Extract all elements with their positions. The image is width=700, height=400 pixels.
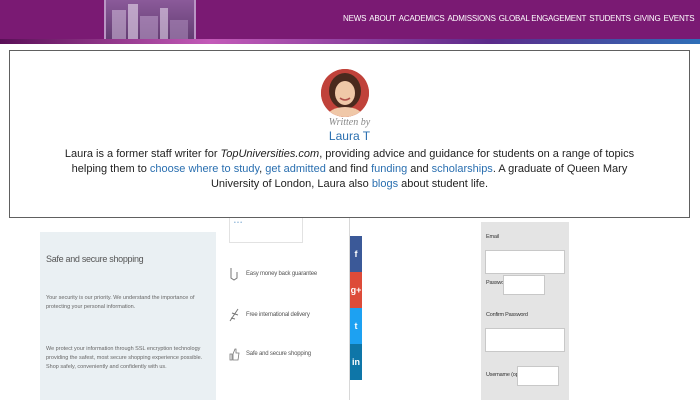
twitter-share-icon[interactable]: t	[350, 308, 362, 344]
funding-link[interactable]: funding	[371, 163, 407, 175]
email-field[interactable]	[485, 250, 565, 274]
get-admitted-link[interactable]: get admitted	[265, 163, 326, 175]
author-bio: Laura is a former staff writer for TopUn…	[54, 147, 645, 192]
bio-site-name: TopUniversities.com	[220, 148, 320, 160]
written-by-label: Written by	[328, 117, 371, 128]
secure-shopping-text: We protect your information through SSL …	[46, 346, 203, 370]
author-avatar	[321, 69, 369, 117]
thumbs-up-icon	[229, 348, 240, 361]
handshake-icon	[230, 268, 238, 281]
author-name-link[interactable]: Laura T	[10, 129, 689, 143]
google-plus-share-icon[interactable]: g+	[350, 272, 362, 308]
feature-item: Easy money back guarantee	[228, 266, 317, 282]
main-nav: NEWS ABOUT ACADEMICS ADMISSIONS GLOBAL E…	[343, 14, 695, 23]
nav-giving[interactable]: GIVING	[634, 14, 661, 23]
small-card: • • •	[229, 218, 303, 243]
nav-news[interactable]: NEWS	[343, 14, 366, 23]
signup-form: Email Password Confirm Password Username…	[481, 222, 569, 400]
confirm-password-label: Confirm Password	[486, 312, 528, 318]
feature-item: Free international delivery	[228, 307, 310, 323]
password-field[interactable]	[503, 275, 545, 295]
feature-label: Easy money back guarantee	[246, 271, 318, 277]
choose-where-to-study-link[interactable]: choose where to study	[150, 163, 259, 175]
linkedin-share-icon[interactable]: in	[350, 344, 362, 380]
secure-shopping-text: Your security is our priority. We unders…	[46, 295, 195, 310]
site-logo[interactable]	[104, 0, 196, 44]
nav-global-engagement[interactable]: GLOBAL ENGAGEMENT	[499, 14, 587, 23]
bio-text: Laura is a former staff writer for	[64, 148, 221, 160]
facebook-share-icon[interactable]: f	[350, 236, 362, 272]
blogs-link[interactable]: blogs	[372, 178, 398, 190]
nav-admissions[interactable]: ADMISSIONS	[448, 14, 496, 23]
secure-shopping-panel: Safe and secure shopping Your security i…	[40, 232, 216, 400]
bio-text: about student life.	[398, 178, 489, 190]
social-share-bar: f g+ t in	[350, 236, 362, 380]
bio-text: and find	[325, 163, 372, 175]
secure-shopping-title: Safe and secure shopping	[46, 254, 144, 264]
username-field[interactable]	[517, 366, 559, 386]
header-accent-stripe	[0, 39, 700, 44]
plane-icon	[229, 308, 239, 322]
bio-text: and	[407, 163, 432, 175]
nav-events[interactable]: EVENTS	[664, 14, 695, 23]
nav-about[interactable]: ABOUT	[369, 14, 396, 23]
campus-skyline-icon	[112, 4, 188, 44]
nav-students[interactable]: STUDENTS	[589, 14, 631, 23]
author-card: Written by Laura T Laura is a former sta…	[9, 50, 690, 218]
nav-academics[interactable]: ACADEMICS	[399, 14, 445, 23]
feature-label: Safe and secure shopping	[246, 351, 311, 357]
dots-icon: • • •	[234, 220, 243, 226]
email-label: Email	[486, 234, 499, 240]
scholarships-link[interactable]: scholarships	[432, 163, 493, 175]
site-header: NEWS ABOUT ACADEMICS ADMISSIONS GLOBAL E…	[0, 0, 700, 44]
feature-label: Free international delivery	[246, 312, 310, 318]
confirm-password-field[interactable]	[485, 328, 565, 352]
feature-item: Safe and secure shopping	[228, 346, 311, 362]
